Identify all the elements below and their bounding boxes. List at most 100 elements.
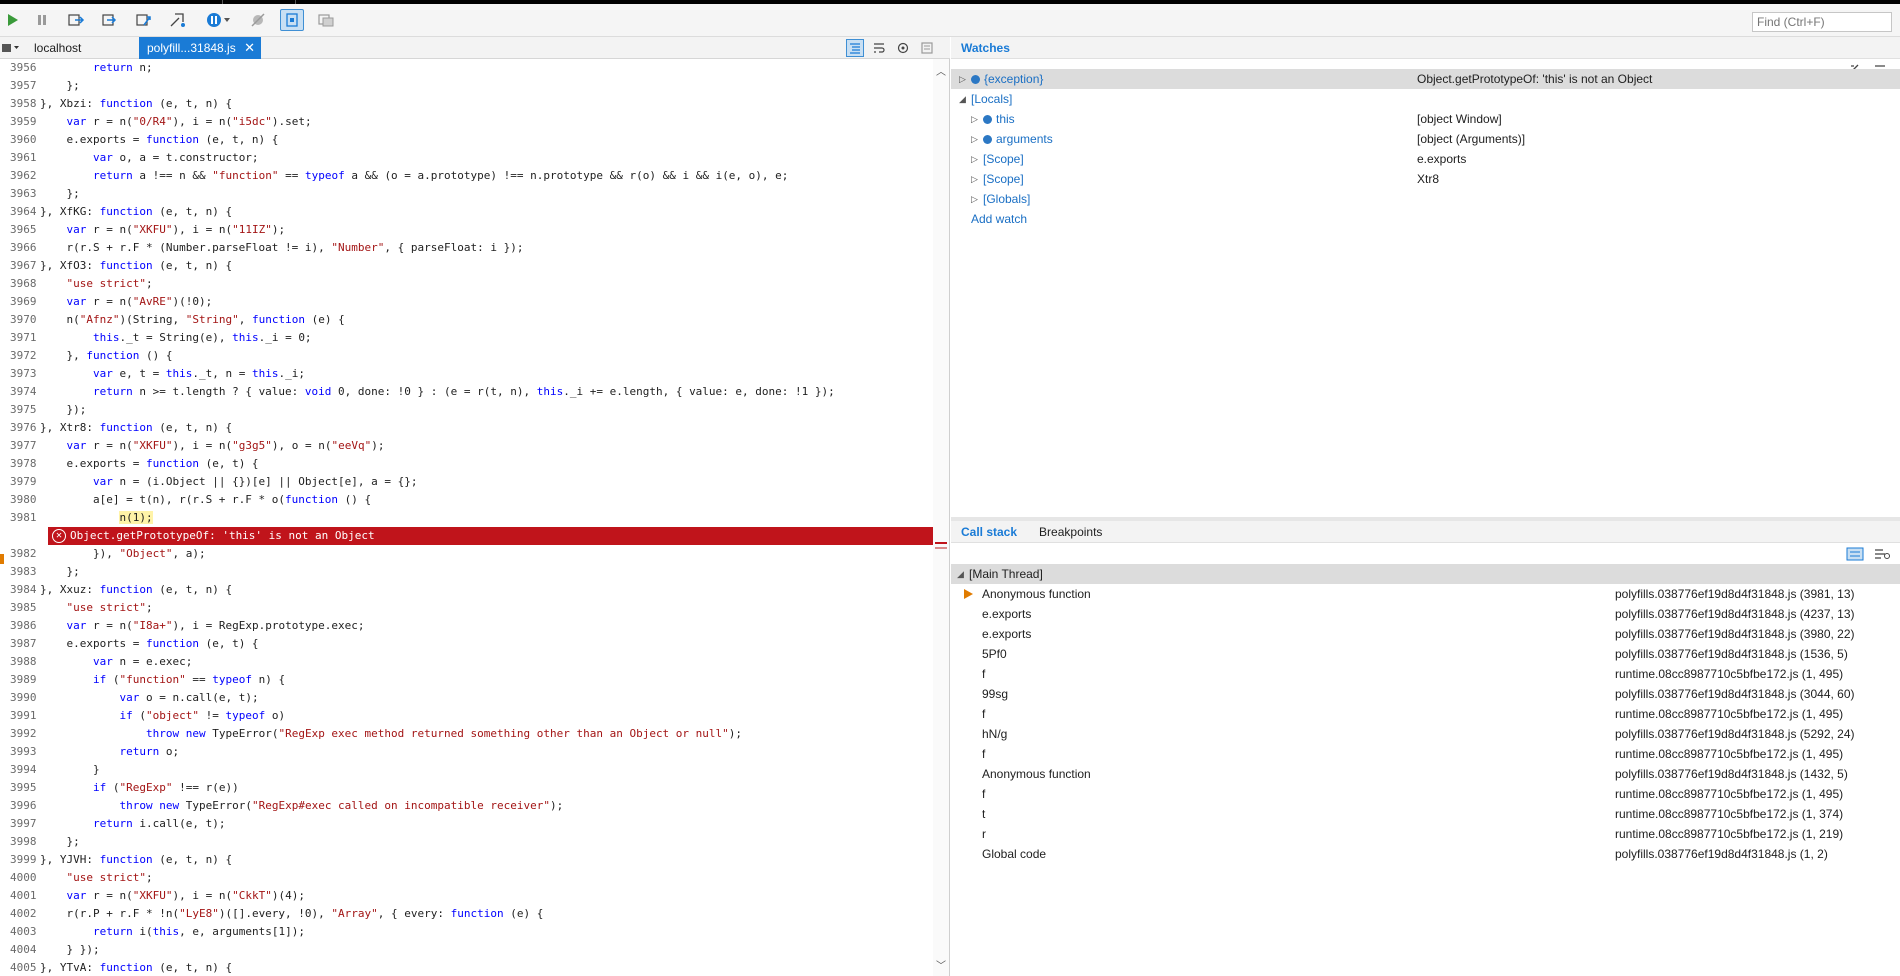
watch-row[interactable]: ▷ [Globals] (951, 189, 1900, 209)
code-line[interactable]: 4000 "use strict"; (0, 869, 934, 887)
code-line[interactable]: 3995 if ("RegExp" !== r(e)) (0, 779, 934, 797)
code-view[interactable]: 3956 return n; 3957 }; 3958}, Xbzi: functi… (0, 59, 934, 976)
code-line[interactable]: 3980 a[e] = t(n), r(r.S + r.F * o(functi… (0, 491, 934, 509)
step-to-button[interactable] (166, 9, 190, 31)
code-line[interactable]: 4003 return i(this, e, arguments[1]); (0, 923, 934, 941)
line-number[interactable]: 4004 (0, 941, 40, 959)
line-number[interactable]: 3965 (0, 221, 40, 239)
thread-group-row[interactable]: ◢ [Main Thread] (951, 564, 1900, 584)
code-line[interactable]: 3961 var o, a = t.constructor; (0, 149, 934, 167)
watch-row[interactable]: ▷ {exception} Object.getPrototypeOf: 'this… (951, 69, 1900, 89)
code-line[interactable]: 3986 var r = n("I8a+"), i = RegExp.proto… (0, 617, 934, 635)
line-number[interactable]: 3976 (0, 419, 40, 437)
step-into-button[interactable] (64, 9, 88, 31)
line-number[interactable]: 3998 (0, 833, 40, 851)
code-line[interactable]: 3974 return n >= t.length ? { value: voi… (0, 383, 934, 401)
collapsed-triangle-icon[interactable]: ▷ (971, 109, 978, 129)
code-line[interactable]: 3963 }; (0, 185, 934, 203)
code-line[interactable]: 3988 var n = e.exec; (0, 653, 934, 671)
line-number[interactable]: 3979 (0, 473, 40, 491)
call-stack-frame[interactable]: e.exports polyfills.038776ef19d8d4f31848.… (951, 604, 1900, 624)
step-out-button[interactable] (132, 9, 156, 31)
code-line[interactable]: 3965 var r = n("XKFU"), i = n("11IZ"); (0, 221, 934, 239)
line-number[interactable]: 3957 (0, 77, 40, 95)
watch-row[interactable]: ◢ [Locals] (951, 89, 1900, 109)
tab-polyfills-file[interactable]: polyfill...31848.js ✕ (139, 37, 261, 59)
code-line[interactable]: 3967}, XfO3: function (e, t, n) { (0, 257, 934, 275)
watch-row[interactable]: ▷ [Scope] e.exports (951, 149, 1900, 169)
code-line[interactable]: 3959 var r = n("0/R4"), i = n("i5dc").se… (0, 113, 934, 131)
scroll-down-chevron-icon[interactable]: ﹀ (936, 957, 946, 972)
line-number[interactable]: 3983 (0, 563, 40, 581)
toggle-async-frames-icon[interactable] (1874, 547, 1890, 561)
line-number[interactable]: 3995 (0, 779, 40, 797)
line-number[interactable]: 4005 (0, 959, 40, 976)
call-stack-frame[interactable]: Anonymous function polyfills.038776ef19d8… (951, 584, 1900, 604)
collapsed-triangle-icon[interactable]: ▷ (971, 129, 978, 149)
show-library-frames-icon[interactable] (1846, 547, 1864, 561)
line-number[interactable]: 3980 (0, 491, 40, 509)
call-stack-frame[interactable]: f runtime.08cc8987710c5bfbe172.js (1, 495… (951, 704, 1900, 724)
line-number[interactable]: 3990 (0, 689, 40, 707)
line-number[interactable]: 3977 (0, 437, 40, 455)
code-line[interactable]: 3998 }; (0, 833, 934, 851)
editor-vertical-scrollbar[interactable]: ︿ ﹀ (933, 59, 949, 976)
code-line[interactable]: 3970 n("Afnz")(String, "String", functio… (0, 311, 934, 329)
add-watch-link[interactable]: Add watch (951, 209, 1900, 229)
line-number[interactable]: 3960 (0, 131, 40, 149)
continue-button[interactable] (0, 9, 24, 31)
break-on-new-worker-button[interactable] (314, 9, 338, 31)
code-line[interactable]: 3975 }); (0, 401, 934, 419)
line-number[interactable]: 3986 (0, 617, 40, 635)
collapsed-triangle-icon[interactable]: ▷ (959, 69, 966, 89)
code-line[interactable]: 3984}, Xxuz: function (e, t, n) { (0, 581, 934, 599)
line-number[interactable]: 4002 (0, 905, 40, 923)
line-number[interactable]: 3984 (0, 581, 40, 599)
code-line[interactable]: 3990 var o = n.call(e, t); (0, 689, 934, 707)
watch-row[interactable]: ▷ arguments [object (Arguments)] (951, 129, 1900, 149)
line-number[interactable]: 3964 (0, 203, 40, 221)
call-stack-frame[interactable]: hN/g polyfills.038776ef19d8d4f31848.js (5… (951, 724, 1900, 744)
word-wrap-button[interactable] (870, 39, 888, 57)
call-stack-frame[interactable]: Global code polyfills.038776ef19d8d4f3184… (951, 844, 1900, 864)
source-map-button[interactable] (894, 39, 912, 57)
code-line[interactable]: 3996 throw new TypeError("RegExp#exec ca… (0, 797, 934, 815)
call-stack-frame[interactable]: r runtime.08cc8987710c5bfbe172.js (1, 219… (951, 824, 1900, 844)
code-line[interactable]: 3994 } (0, 761, 934, 779)
call-stack-frame[interactable]: f runtime.08cc8987710c5bfbe172.js (1, 495… (951, 744, 1900, 764)
code-line[interactable]: 3985 "use strict"; (0, 599, 934, 617)
code-line[interactable]: 3956 return n; (0, 59, 934, 77)
line-number[interactable]: 3987 (0, 635, 40, 653)
line-number[interactable]: 4001 (0, 887, 40, 905)
expanded-triangle-icon[interactable]: ◢ (957, 564, 964, 584)
line-number[interactable]: 3988 (0, 653, 40, 671)
call-stack-frame[interactable]: f runtime.08cc8987710c5bfbe172.js (1, 495… (951, 664, 1900, 684)
line-number[interactable]: 3973 (0, 365, 40, 383)
watch-row[interactable]: ▷ [Scope] Xtr8 (951, 169, 1900, 189)
tab-watches[interactable]: Watches (961, 41, 1010, 55)
line-number[interactable]: 3989 (0, 671, 40, 689)
tab-call-stack[interactable]: Call stack (961, 525, 1017, 539)
tab-breakpoints[interactable]: Breakpoints (1039, 525, 1102, 539)
just-my-code-button[interactable] (280, 9, 304, 31)
code-line[interactable]: 3978 e.exports = function (e, t) { (0, 455, 934, 473)
exception-behavior-button[interactable] (204, 9, 234, 31)
code-line[interactable]: 3987 e.exports = function (e, t) { (0, 635, 934, 653)
tab-localhost[interactable]: localhost (26, 37, 136, 59)
disable-breakpoints-button[interactable] (246, 9, 270, 31)
code-line[interactable]: 3997 return i.call(e, t); (0, 815, 934, 833)
line-number[interactable]: 3963 (0, 185, 40, 203)
collapsed-triangle-icon[interactable]: ▷ (971, 189, 978, 209)
line-number[interactable]: 3975 (0, 401, 40, 419)
collapsed-triangle-icon[interactable]: ▷ (971, 149, 978, 169)
line-number[interactable]: 3993 (0, 743, 40, 761)
code-line[interactable]: 3981 n(1); (0, 509, 934, 527)
line-number[interactable]: 3968 (0, 275, 40, 293)
line-number[interactable]: 3996 (0, 797, 40, 815)
code-line[interactable]: 4004 } }); (0, 941, 934, 959)
call-stack-frame[interactable]: f runtime.08cc8987710c5bfbe172.js (1, 495… (951, 784, 1900, 804)
code-line[interactable]: 3993 return o; (0, 743, 934, 761)
line-number[interactable]: 3974 (0, 383, 40, 401)
code-line[interactable]: 3957 }; (0, 77, 934, 95)
line-number[interactable]: 3971 (0, 329, 40, 347)
